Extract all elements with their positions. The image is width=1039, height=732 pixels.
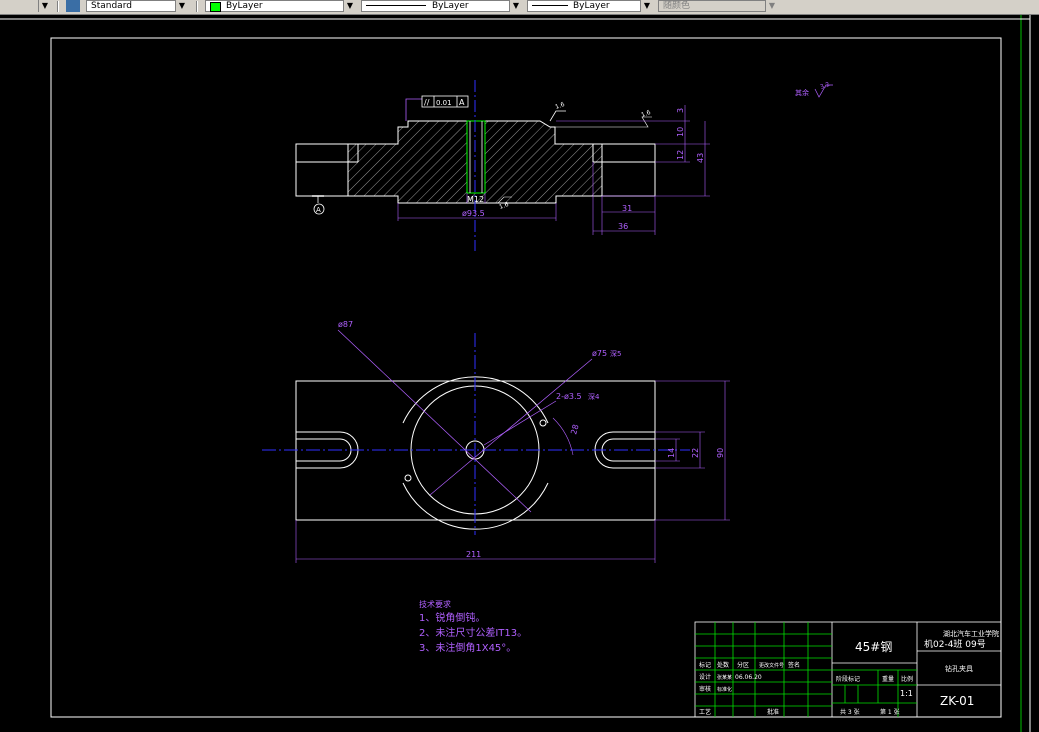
title-stage-label: 阶段标记: [836, 675, 860, 683]
dim-28-text: 28: [569, 423, 580, 435]
color-swatch-icon: [210, 2, 221, 12]
text-style-dropdown-arrow[interactable]: ▼: [175, 0, 188, 12]
title-label: 标记: [699, 661, 711, 669]
dim-12-text: 12: [676, 150, 685, 160]
section-view: // 0.01 A A 1.6 1.6 1.6 M12 ø93.5 31 36: [295, 80, 710, 251]
tolerance-symbol: //: [424, 98, 430, 107]
title-label: 批准: [767, 708, 779, 716]
datum-label: A: [316, 206, 321, 214]
dim-36-text: 36: [618, 222, 628, 231]
dim-87-text: ø87: [338, 320, 353, 329]
toolbar-separator: [57, 1, 59, 12]
title-sheets-total: 共 3 张: [840, 708, 860, 716]
title-class: 机02-4班 09号: [924, 638, 986, 650]
plot-style-dropdown-arrow[interactable]: ▼: [765, 0, 778, 12]
title-label: 标准化: [717, 686, 732, 693]
title-label: 签名: [788, 661, 800, 669]
dim-211-text: 211: [466, 550, 481, 559]
drawing-canvas[interactable]: // 0.01 A A 1.6 1.6 1.6 M12 ø93.5 31 36: [0, 15, 1039, 732]
dim-90-text: 90: [716, 448, 725, 458]
dim-93-text: ø93.5: [462, 209, 485, 218]
title-label: 设计: [699, 673, 711, 681]
tolerance-datum: A: [459, 98, 465, 107]
title-scale: 1:1: [900, 689, 913, 698]
left-flange: [295, 143, 349, 197]
dim-holes-suffix: 深4: [588, 392, 600, 401]
pin-hole: [539, 419, 547, 427]
dim-28-arc: [552, 417, 574, 456]
text-style-select[interactable]: Standard: [86, 0, 188, 12]
toolbar-separator: [196, 1, 198, 12]
title-label: 审核: [699, 685, 711, 693]
color-select[interactable]: ByLayer: [205, 0, 355, 12]
roughness-symbol: [549, 110, 566, 122]
title-weight-label: 重量: [882, 675, 894, 683]
tech-requirements: 技术要求 1、锐角倒钝。 2、未注尺寸公差IT13。 3、未注倒角1X45°。: [419, 599, 527, 654]
dim-22-text: 22: [691, 448, 700, 458]
roughness-symbol: [555, 116, 652, 128]
title-drawing-no: ZK-01: [940, 694, 974, 708]
plan-view: ø87 ø75 深5 2-ø3.5 深4 28 14 22 90 211: [262, 320, 730, 563]
lineweight-select[interactable]: ByLayer: [527, 0, 652, 12]
title-label: 张某某: [717, 674, 732, 681]
title-label: 工艺: [699, 708, 711, 716]
title-ratio-label: 比例: [901, 675, 913, 683]
dim-31-text: 31: [622, 204, 632, 213]
lineweight-preview-icon: [532, 5, 568, 6]
tech-req-item: 3、未注倒角1X45°。: [419, 641, 516, 654]
title-label: 分区: [737, 661, 749, 669]
tech-req-title: 技术要求: [419, 599, 451, 609]
title-date: 06.06.20: [735, 674, 762, 681]
dim-87-leader: [337, 329, 532, 513]
tech-req-item: 1、锐角倒钝。: [419, 611, 485, 624]
linetype-preview-icon: [366, 5, 426, 6]
dim-holes-text: 2-ø3.5: [556, 392, 582, 401]
title-sheet-no: 第 1 张: [880, 708, 900, 716]
plot-style-select[interactable]: 随颜色: [658, 0, 778, 12]
tech-req-item: 2、未注尺寸公差IT13。: [419, 626, 527, 639]
dim-43-text: 43: [696, 153, 705, 163]
linetype-dropdown-arrow[interactable]: ▼: [509, 0, 522, 12]
leader-line: [405, 98, 422, 121]
layer-dropdown-arrow[interactable]: ▼: [38, 0, 51, 12]
roughness-other-value: 3.2: [819, 81, 831, 91]
roughness-other-label: 其余: [795, 88, 809, 97]
title-part-name: 钻孔夹具: [945, 664, 973, 673]
title-material: 45#钢: [855, 640, 892, 654]
color-dropdown-arrow[interactable]: ▼: [343, 0, 356, 12]
text-style-icon[interactable]: [66, 0, 80, 12]
title-school: 湖北汽车工业学院: [943, 629, 999, 638]
dim-14-text: 14: [667, 448, 676, 458]
properties-toolbar: ▼ Standard ▼ ByLayer ▼ ByLayer ▼ ByLayer…: [0, 0, 1039, 15]
dim-75-text: ø75: [592, 349, 607, 358]
title-label: 更改文件号: [759, 662, 784, 669]
dim-holes-leader: [483, 400, 557, 446]
tolerance-value: 0.01: [436, 99, 452, 107]
dim-thread-text: M12: [467, 195, 484, 204]
title-label: 处数: [717, 661, 729, 669]
roughness-value: 1.6: [554, 101, 566, 111]
pin-hole: [404, 474, 412, 482]
linetype-select[interactable]: ByLayer: [361, 0, 522, 12]
lineweight-dropdown-arrow[interactable]: ▼: [640, 0, 653, 12]
dim-10-text: 10: [676, 127, 685, 137]
dim-75-suffix: 深5: [610, 349, 621, 358]
roughness-value: 1.6: [640, 109, 652, 119]
left-slot-outer: [296, 431, 359, 469]
dim-3-text: 3: [676, 108, 685, 113]
